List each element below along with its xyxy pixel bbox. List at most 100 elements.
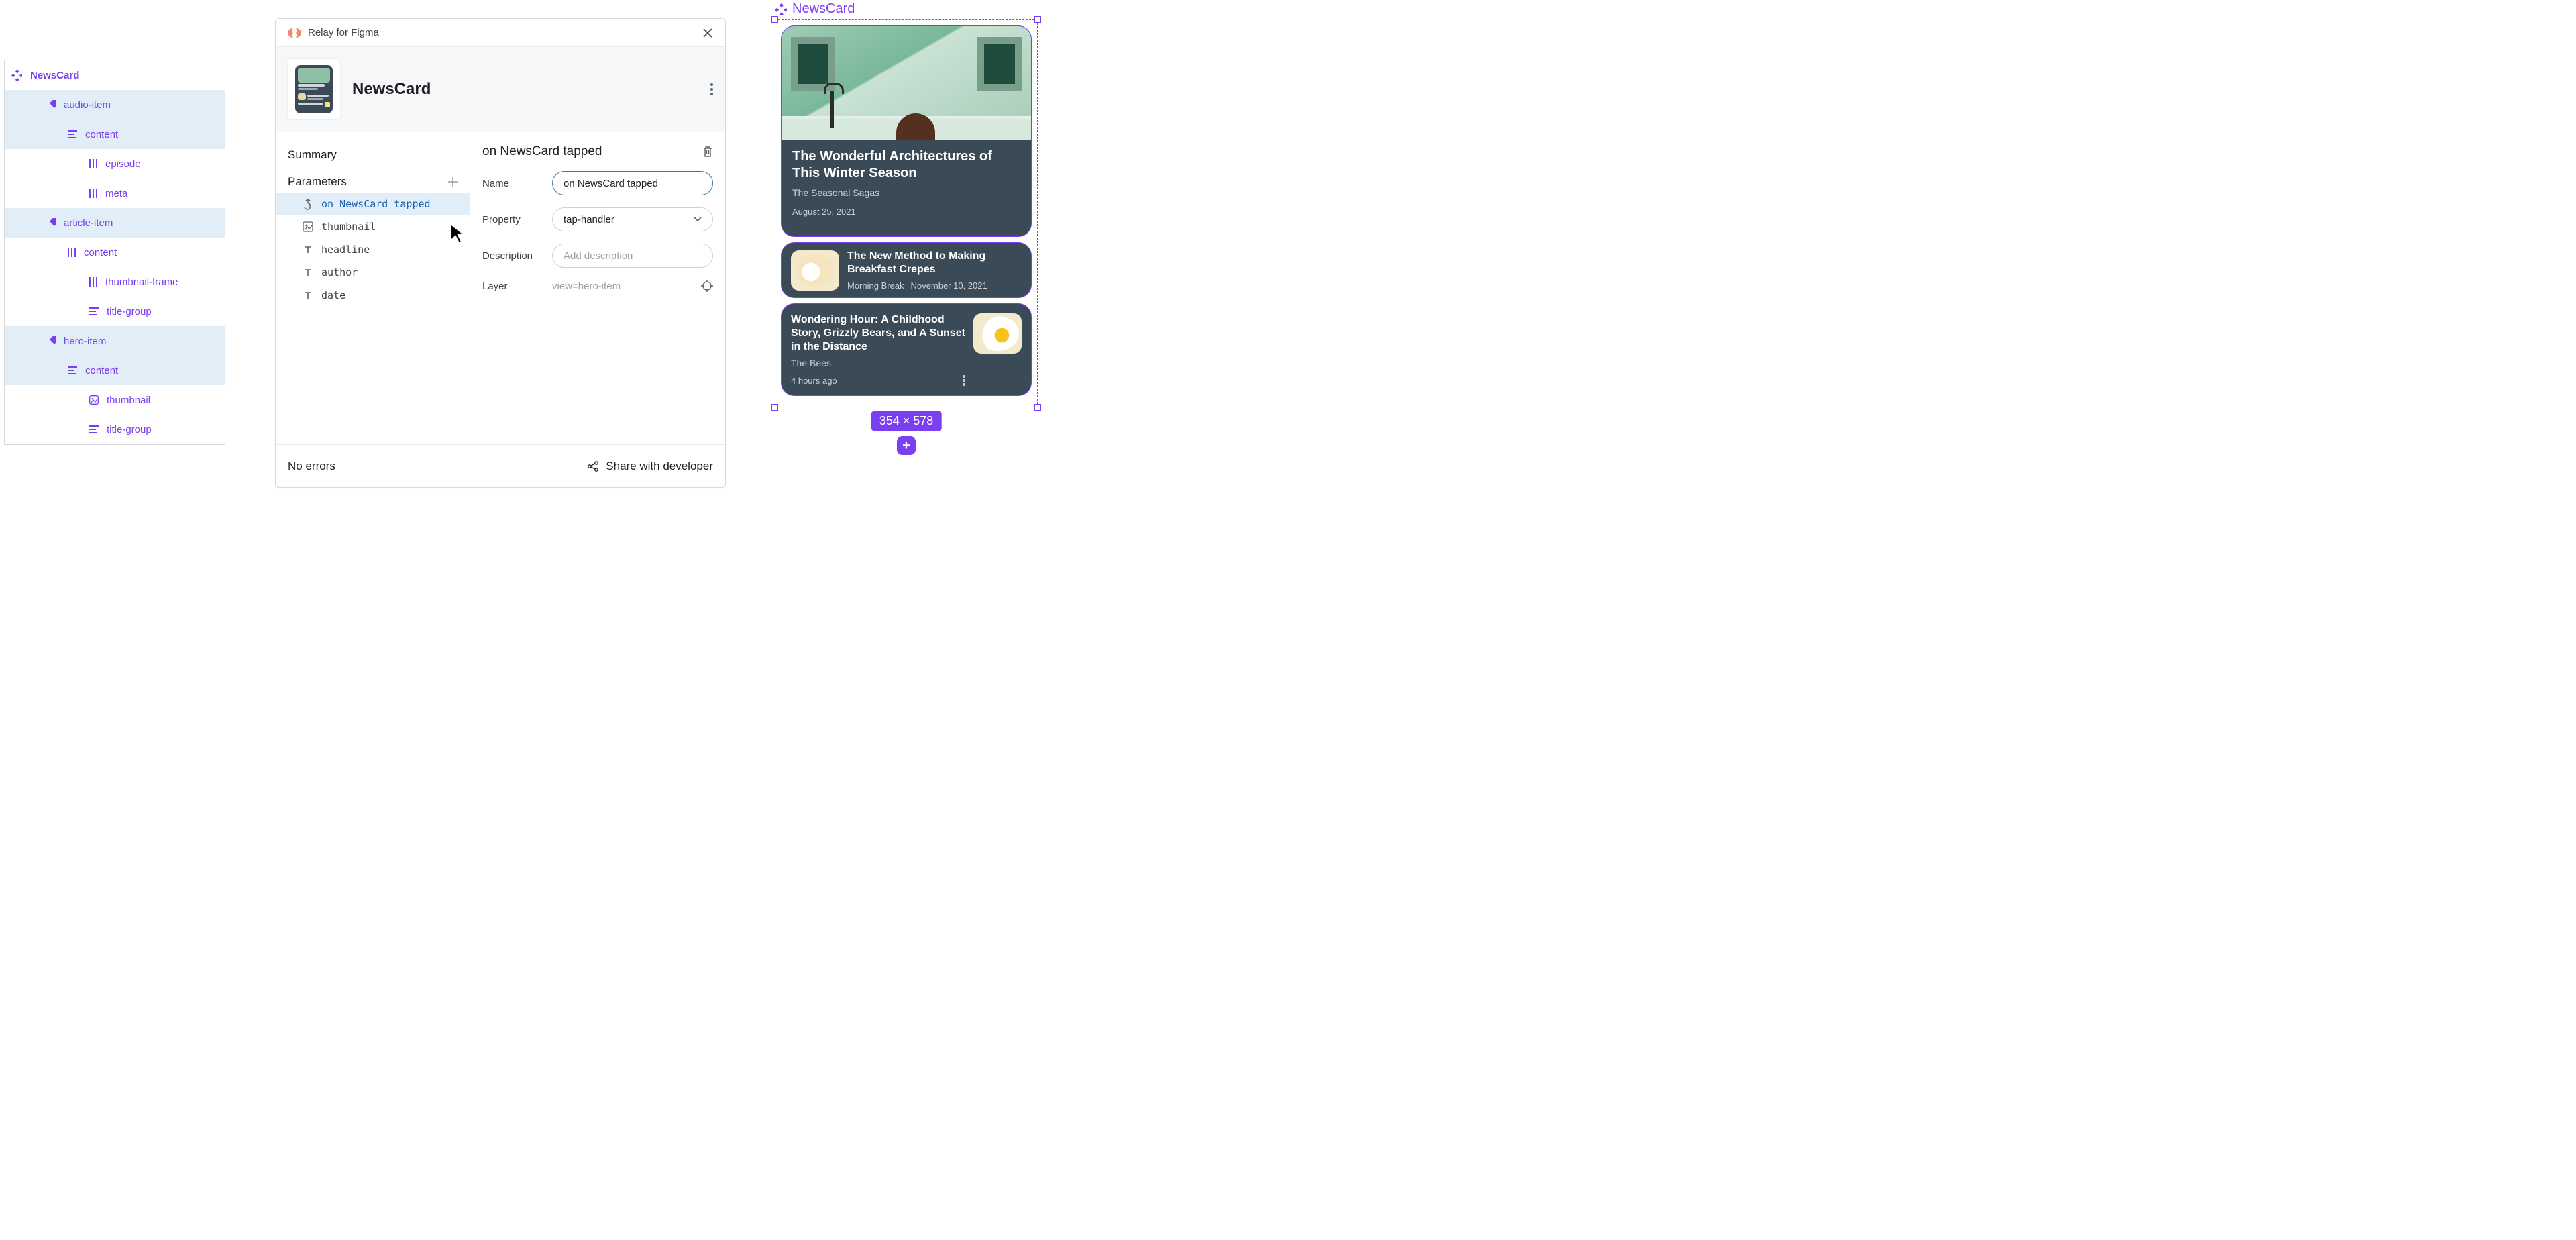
hero-author: The Seasonal Sagas [792, 187, 1020, 198]
close-icon[interactable] [702, 28, 713, 38]
layer-row-thumbnail[interactable]: thumbnail [5, 385, 225, 415]
frame-icon [89, 277, 97, 287]
layer-row-hero-item[interactable]: hero-item [5, 326, 225, 356]
layer-label: content [85, 129, 118, 140]
parameter-label: on NewsCard tapped [321, 198, 431, 210]
layers-root-label: NewsCard [30, 70, 79, 81]
name-input-value: on NewsCard tapped [564, 178, 658, 189]
instance-icon [46, 100, 56, 109]
parameters-section-label: Parameters [288, 175, 347, 189]
dialog-brand-label: Relay for Figma [308, 27, 379, 38]
layer-row-thumbnail-frame[interactable]: thumbnail-frame [5, 267, 225, 297]
layers-root-row[interactable]: NewsCard [5, 60, 225, 90]
layer-label: title-group [107, 306, 152, 317]
preview-label[interactable]: NewsCard [792, 1, 855, 17]
parameter-row-author[interactable]: author [276, 261, 470, 284]
resize-handle-tr[interactable] [1034, 16, 1041, 23]
layer-row-content[interactable]: content [5, 119, 225, 149]
hero-image [782, 26, 1031, 140]
parameter-label: date [321, 289, 345, 301]
layer-row-meta[interactable]: meta [5, 178, 225, 208]
share-with-developer-button[interactable]: Share with developer [587, 460, 713, 473]
parameter-row-thumbnail[interactable]: thumbnail [276, 215, 470, 238]
tap-icon [303, 198, 313, 210]
resize-handle-tl[interactable] [771, 16, 778, 23]
property-select[interactable]: tap-handler [552, 207, 713, 231]
summary-section-label[interactable]: Summary [276, 144, 470, 166]
layer-label: episode [105, 158, 141, 170]
text-icon [303, 290, 313, 301]
parameter-label: thumbnail [321, 221, 376, 233]
layer-label: Layer [482, 280, 543, 292]
instance-icon [46, 336, 56, 346]
parameter-label: headline [321, 244, 370, 256]
autolayout-icon [68, 130, 77, 138]
dialog-right-pane: on NewsCard tapped Name on NewsCard tapp… [470, 132, 725, 444]
preview-article-card[interactable]: The New Method to Making Breakfast Crepe… [781, 242, 1032, 298]
dialog-left-pane: Summary Parameters on NewsCard tapped thu… [276, 132, 470, 444]
frame-icon [68, 248, 76, 257]
audio-date: 4 hours ago [791, 376, 837, 386]
autolayout-icon [68, 366, 77, 374]
layer-label: meta [105, 188, 127, 199]
parameter-row-date[interactable]: date [276, 284, 470, 307]
layer-value: view=hero-item [552, 280, 692, 292]
parameter-row-on-NewsCard-tapped[interactable]: on NewsCard tapped [276, 193, 470, 215]
name-label: Name [482, 178, 543, 189]
audio-author: The Bees [791, 358, 965, 368]
share-icon [587, 460, 599, 472]
layer-label: content [84, 247, 117, 258]
resize-handle-br[interactable] [1034, 404, 1041, 411]
relay-brand-icon [288, 28, 301, 38]
share-label: Share with developer [606, 460, 713, 473]
article-author: Morning Break [847, 280, 904, 291]
parameter-row-headline[interactable]: headline [276, 238, 470, 261]
image-icon [89, 395, 99, 405]
layer-row-article-item[interactable]: article-item [5, 208, 225, 238]
text-icon [303, 244, 313, 255]
article-date: November 10, 2021 [911, 280, 987, 291]
delete-icon[interactable] [702, 146, 713, 158]
overflow-menu-icon[interactable] [963, 375, 965, 386]
figma-canvas-preview: NewsCard The Wonderful Architectures of … [775, 1, 1038, 407]
layer-row-content[interactable]: content [5, 356, 225, 385]
audio-thumbnail [973, 313, 1022, 354]
hero-headline: The Wonderful Architectures of This Wint… [792, 148, 1020, 182]
layer-row-content[interactable]: content [5, 238, 225, 267]
article-headline: The New Method to Making Breakfast Crepe… [847, 250, 1022, 276]
add-variant-button[interactable]: + [897, 436, 916, 455]
audio-headline: Wondering Hour: A Childhood Story, Grizz… [791, 313, 965, 354]
description-input[interactable]: Add description [552, 244, 713, 268]
name-input[interactable]: on NewsCard tapped [552, 171, 713, 195]
relay-dialog: Relay for Figma NewsCard Su [275, 18, 726, 488]
property-value: tap-handler [564, 214, 614, 225]
preview-audio-card[interactable]: Wondering Hour: A Childhood Story, Grizz… [781, 303, 1032, 396]
overflow-menu-icon[interactable] [710, 83, 713, 95]
description-placeholder: Add description [564, 250, 633, 262]
hero-date: August 25, 2021 [792, 207, 1020, 217]
layer-row-title-group[interactable]: title-group [5, 415, 225, 444]
component-icon [775, 3, 787, 15]
layer-label: hero-item [64, 335, 106, 347]
instance-icon [46, 218, 56, 227]
preview-selection-frame[interactable]: The Wonderful Architectures of This Wint… [775, 19, 1038, 407]
article-thumbnail [791, 250, 839, 291]
layer-label: thumbnail [107, 395, 150, 406]
layer-row-episode[interactable]: episode [5, 149, 225, 178]
frame-icon [89, 189, 97, 198]
selection-size-badge: 354 × 578 [871, 411, 942, 431]
text-icon [303, 267, 313, 278]
autolayout-icon [89, 425, 99, 433]
layer-row-audio-item[interactable]: audio-item [5, 90, 225, 119]
resize-handle-bl[interactable] [771, 404, 778, 411]
layer-label: article-item [64, 217, 113, 229]
autolayout-icon [89, 307, 99, 315]
add-parameter-icon[interactable] [448, 177, 458, 187]
layer-row-title-group[interactable]: title-group [5, 297, 225, 326]
dialog-titlebar: Relay for Figma [276, 19, 725, 47]
component-thumbnail [288, 59, 340, 119]
property-label: Property [482, 214, 543, 225]
preview-hero-card[interactable]: The Wonderful Architectures of This Wint… [781, 25, 1032, 237]
target-icon[interactable] [701, 280, 713, 292]
frame-icon [89, 159, 97, 168]
